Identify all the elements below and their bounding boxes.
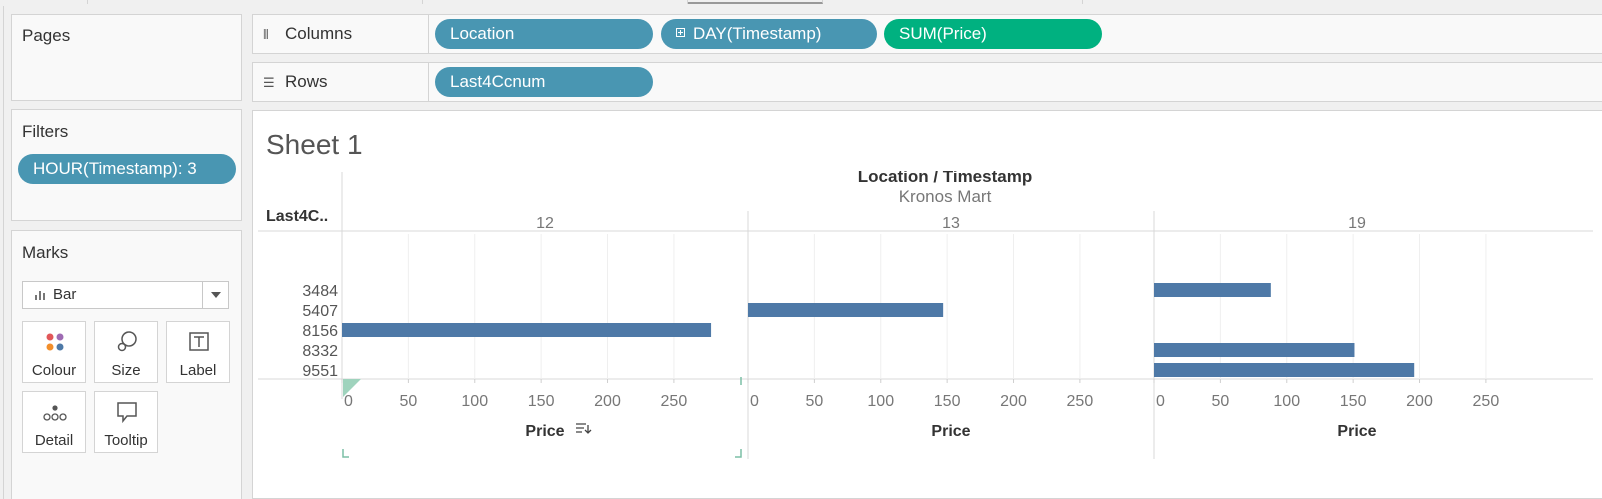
- columns-pill-sum-price[interactable]: SUM(Price): [884, 19, 1102, 49]
- x-axis-label: Price: [931, 423, 970, 440]
- text-label-icon: [189, 332, 209, 351]
- size-button[interactable]: Size: [94, 321, 158, 383]
- x-tick-label: 50: [399, 393, 417, 410]
- sort-icon: [576, 423, 592, 434]
- bar: [1154, 343, 1355, 357]
- x-tick-label: 100: [867, 393, 894, 410]
- x-tick-label: 100: [461, 393, 488, 410]
- panel-header: 13: [942, 215, 960, 232]
- x-tick-label: 100: [1273, 393, 1300, 410]
- sheet-title: Sheet 1: [266, 129, 363, 160]
- x-tick-label: 150: [1340, 393, 1367, 410]
- rows-shelf-label: ☰ Rows: [253, 63, 429, 101]
- x-tick-label: 0: [344, 393, 353, 410]
- bar: [342, 323, 712, 337]
- left-gutter: [0, 6, 4, 499]
- label-button[interactable]: Label: [166, 321, 230, 383]
- sheet-view: Sheet 1 Location / Timestamp Kronos Mart L…: [252, 110, 1602, 499]
- bar: [1154, 363, 1415, 377]
- filters-title: Filters: [22, 122, 69, 141]
- row-label: 9551: [302, 363, 338, 380]
- x-tick-label: 250: [1473, 393, 1500, 410]
- marks-card: Marks Bar Colour Size Label Detail Toolt…: [11, 230, 242, 499]
- x-tick-label: 200: [1000, 393, 1027, 410]
- mark-type-value: Bar: [53, 286, 77, 303]
- row-label: 3484: [302, 283, 338, 300]
- rows-shelf[interactable]: ☰ Rows Last4Ccnum: [252, 62, 1602, 102]
- columns-shelf[interactable]: ⦀ Columns Location DAY(Timestamp) SUM(Pri…: [252, 14, 1602, 54]
- label-label: Label: [179, 362, 217, 379]
- x-tick-label: 250: [1067, 393, 1094, 410]
- x-tick-label: 0: [750, 393, 759, 410]
- bar-chart-icon: [35, 290, 47, 300]
- chart-title: Location / Timestamp: [858, 171, 1032, 186]
- detail-label: Detail: [34, 432, 74, 449]
- x-tick-label: 150: [528, 393, 555, 410]
- chart[interactable]: Location / TimestampKronos Mart Last4C.. 3…: [253, 171, 1593, 471]
- x-tick-label: 200: [1406, 393, 1433, 410]
- pages-card[interactable]: Pages: [11, 14, 242, 101]
- x-tick-label: 0: [1156, 393, 1165, 410]
- colour-label: Colour: [31, 362, 77, 379]
- filters-card[interactable]: Filters HOUR(Timestamp): 3: [11, 109, 242, 221]
- filter-pill-hour[interactable]: HOUR(Timestamp): 3: [18, 154, 236, 184]
- pages-title: Pages: [22, 26, 71, 45]
- columns-shelf-label: ⦀ Columns: [253, 15, 429, 53]
- columns-pill-day[interactable]: DAY(Timestamp): [661, 19, 877, 49]
- colour-button[interactable]: Colour: [22, 321, 86, 383]
- row-label: 5407: [302, 303, 338, 320]
- bar: [1154, 283, 1271, 297]
- panel-header: 12: [536, 215, 554, 232]
- row-label: 8156: [302, 323, 338, 340]
- panel-header: 19: [1348, 215, 1366, 232]
- chevron-down-icon[interactable]: [202, 282, 228, 308]
- tooltip-icon: [117, 402, 137, 424]
- columns-pill-location[interactable]: Location: [435, 19, 653, 49]
- x-tick-label: 50: [805, 393, 823, 410]
- mark-type-dropdown[interactable]: Bar: [22, 281, 229, 309]
- x-tick-label: 50: [1211, 393, 1229, 410]
- x-tick-label: 200: [594, 393, 621, 410]
- chart-subtitle: Kronos Mart: [899, 187, 992, 206]
- x-axis-label: Price: [1337, 423, 1376, 440]
- x-tick-label: 250: [661, 393, 688, 410]
- size-label: Size: [111, 362, 141, 379]
- detail-button[interactable]: Detail: [22, 391, 86, 453]
- size-icon: [117, 331, 137, 352]
- columns-icon: ⦀: [263, 27, 269, 42]
- tooltip-button[interactable]: Tooltip: [94, 391, 158, 453]
- rows-pill-last4ccnum[interactable]: Last4Ccnum: [435, 67, 653, 97]
- marks-title: Marks: [22, 243, 69, 262]
- expand-icon[interactable]: [676, 28, 685, 37]
- row-header: Last4C..: [266, 208, 328, 225]
- tooltip-label: Tooltip: [104, 432, 148, 449]
- axis-selection-marks: [342, 377, 742, 458]
- rows-icon: ☰: [263, 75, 275, 90]
- x-axis-label: Price: [525, 423, 564, 440]
- top-strip: [0, 0, 1602, 6]
- x-tick-label: 150: [934, 393, 961, 410]
- row-label: 8332: [302, 343, 338, 360]
- colour-icon: [46, 333, 64, 351]
- bar: [748, 303, 944, 317]
- detail-icon: [43, 405, 67, 421]
